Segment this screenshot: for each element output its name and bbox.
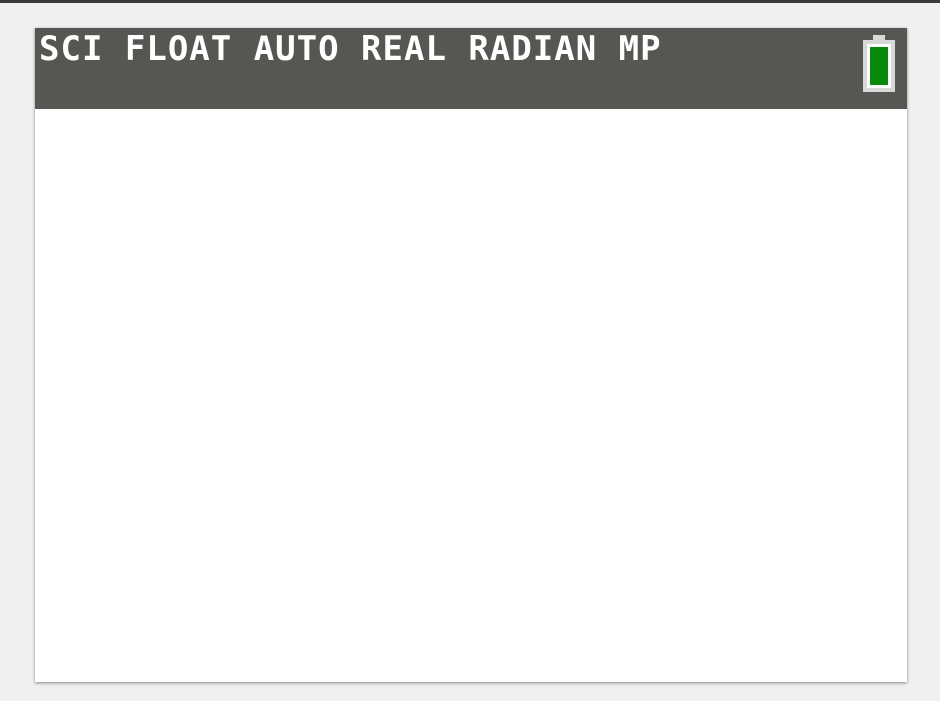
calculator-screen: SCI FLOAT AUTO REAL RADIAN MP [35, 28, 907, 682]
mode-status-text: SCI FLOAT AUTO REAL RADIAN MP [39, 29, 662, 69]
status-bar: SCI FLOAT AUTO REAL RADIAN MP [35, 28, 907, 109]
home-screen-area[interactable] [35, 109, 907, 682]
battery-icon [860, 34, 898, 94]
window-top-border [0, 0, 940, 3]
